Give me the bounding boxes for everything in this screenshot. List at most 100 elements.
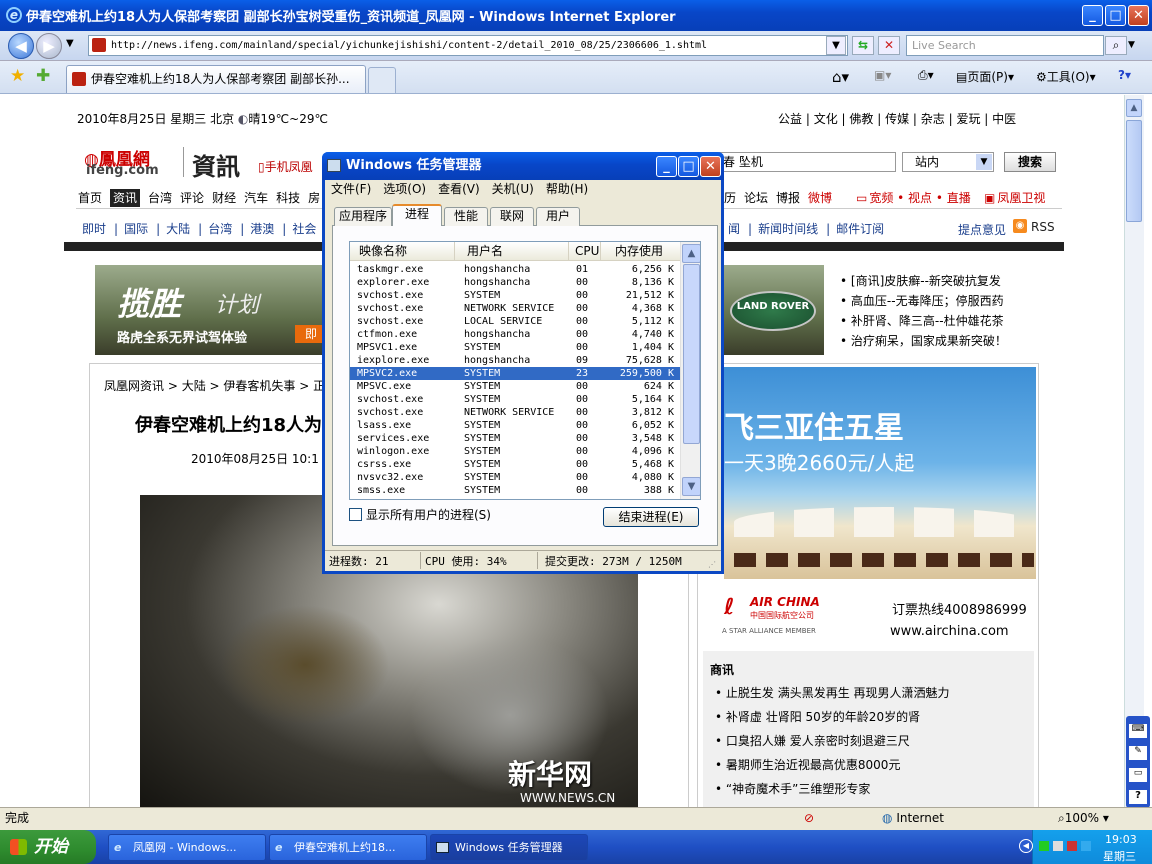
- process-scroll-down-icon[interactable]: ▼: [682, 477, 700, 496]
- keyboard-icon[interactable]: ⌨: [1129, 724, 1147, 738]
- home-icon[interactable]: ⌂▾: [832, 68, 849, 86]
- site-search-input[interactable]: 春 坠机: [718, 152, 896, 172]
- subnav-intl[interactable]: 国际: [124, 222, 148, 236]
- tray-icon-3[interactable]: [1067, 841, 1077, 851]
- nav-history[interactable]: 历: [724, 191, 736, 205]
- subnav-mainland[interactable]: 大陆: [166, 222, 190, 236]
- search-scope-select[interactable]: 站内 ▼: [902, 152, 994, 172]
- process-row[interactable]: svchost.exe SYSTEM 00 5,164 K: [350, 393, 680, 406]
- process-row[interactable]: nvsvc32.exe SYSTEM 00 4,080 K: [350, 471, 680, 484]
- close-button[interactable]: ✕: [1128, 5, 1149, 26]
- history-dropdown-icon[interactable]: ▼: [66, 38, 74, 49]
- page-menu[interactable]: ▤页面(P)▾: [956, 68, 1014, 85]
- show-all-users-checkbox[interactable]: [349, 508, 362, 521]
- breadcrumb-home[interactable]: 凤凰网资讯: [104, 379, 164, 393]
- clock-time[interactable]: 19:03: [1105, 833, 1137, 846]
- forward-button[interactable]: ▶: [36, 33, 62, 59]
- process-row[interactable]: lsass.exe SYSTEM 00 6,052 K: [350, 419, 680, 432]
- nav-forum[interactable]: 论坛: [744, 191, 768, 205]
- nav-weibo[interactable]: 微博: [808, 191, 832, 205]
- column-image-name[interactable]: 映像名称: [359, 242, 407, 260]
- subnav-instant[interactable]: 即时: [82, 222, 106, 236]
- tm-menu-shutdown[interactable]: 关机(U): [492, 182, 534, 196]
- nav-auto[interactable]: 汽车: [244, 191, 268, 205]
- tools-menu[interactable]: ⚙工具(O)▾: [1036, 68, 1096, 85]
- process-row[interactable]: svchost.exe LOCAL SERVICE 00 5,112 K: [350, 315, 680, 328]
- nav-phoenix-tv[interactable]: ▣ 凤凰卫视: [984, 189, 1053, 206]
- subnav-taiwan[interactable]: 台湾: [208, 222, 232, 236]
- process-row[interactable]: explorer.exe hongshancha 00 8,136 K: [350, 276, 680, 289]
- nav-video[interactable]: ▭ 宽频 • 视点 • 直播: [856, 189, 979, 206]
- link-gongyi[interactable]: 公益: [778, 112, 802, 126]
- link-wenhua[interactable]: 文化: [814, 112, 838, 126]
- promo-item-5[interactable]: • “神奇魔术手”三维塑形专家: [715, 780, 870, 797]
- link-aiwan[interactable]: 爱玩: [956, 112, 980, 126]
- pen-icon[interactable]: ✎: [1129, 746, 1147, 760]
- print-icon[interactable]: ⎙▾: [918, 68, 934, 83]
- maximize-button[interactable]: □: [1105, 5, 1126, 26]
- process-scroll-thumb[interactable]: [683, 264, 700, 444]
- process-row[interactable]: csrss.exe SYSTEM 00 5,468 K: [350, 458, 680, 471]
- process-list-scrollbar[interactable]: ▲ ▼: [680, 242, 700, 499]
- zoom-control[interactable]: ⌕100% ▾: [1058, 808, 1109, 829]
- nav-tech[interactable]: 科技: [276, 191, 300, 205]
- nav-news[interactable]: 资讯: [110, 189, 141, 207]
- landrover-banner-ad-right[interactable]: LAND ROVER: [724, 265, 824, 355]
- process-row[interactable]: svchost.exe NETWORK SERVICE 00 4,368 K: [350, 302, 680, 315]
- subnav-hkmacao[interactable]: 港澳: [250, 222, 274, 236]
- process-row[interactable]: winlogon.exe SYSTEM 00 4,096 K: [350, 445, 680, 458]
- resize-grip-icon[interactable]: ⋰: [708, 560, 716, 569]
- promo-item-3[interactable]: • 口臭招人嫌 爱人亲密时刻退避三尺: [715, 732, 910, 749]
- search-input[interactable]: Live Search: [906, 35, 1104, 56]
- process-row[interactable]: svchost.exe SYSTEM 00 21,512 K: [350, 289, 680, 302]
- ie-title-bar[interactable]: e 伊春空难机上约18人为人保部考察团 副部长孙宝树受重伤_资讯频道_凤凰网 -…: [0, 0, 1152, 31]
- ad-link-3[interactable]: • 补肝肾、降三高--杜仲雄花茶: [840, 311, 1007, 331]
- stop-icon[interactable]: ✕: [878, 36, 900, 55]
- process-row[interactable]: ctfmon.exe hongshancha 00 4,740 K: [350, 328, 680, 341]
- tray-icon-1[interactable]: [1039, 841, 1049, 851]
- nav-home[interactable]: 首页: [78, 191, 102, 205]
- subnav-society[interactable]: 社会: [292, 222, 316, 236]
- process-row[interactable]: MPSVC2.exe SYSTEM 23 259,500 K: [350, 367, 680, 380]
- tm-tab-networking[interactable]: 联网: [490, 207, 534, 226]
- address-dropdown-icon[interactable]: ▼: [826, 36, 846, 55]
- link-chuanmei[interactable]: 传媒: [885, 112, 909, 126]
- add-favorites-icon[interactable]: ✚: [36, 66, 50, 86]
- ad-link-1[interactable]: • [商讯]皮肤癣--新突破抗复发: [840, 271, 1007, 291]
- breadcrumb-mainland[interactable]: 大陆: [182, 379, 206, 393]
- tm-menu-file[interactable]: 文件(F): [331, 182, 371, 196]
- minimize-button[interactable]: _: [1082, 5, 1103, 26]
- search-options-icon[interactable]: ▼: [1128, 36, 1144, 55]
- tray-icon-2[interactable]: [1053, 841, 1063, 851]
- promo-item-2[interactable]: • 补肾虚 壮肾阳 50岁的年龄20岁的肾: [715, 708, 920, 725]
- feeds-icon[interactable]: ▣▾: [874, 68, 891, 82]
- process-row[interactable]: services.exe SYSTEM 00 3,548 K: [350, 432, 680, 445]
- tm-maximize-button[interactable]: □: [678, 156, 699, 177]
- help-icon[interactable]: ?▾: [1118, 68, 1131, 82]
- nav-blog[interactable]: 博报: [776, 191, 800, 205]
- end-process-button[interactable]: 结束进程(E): [603, 507, 699, 527]
- column-user-name[interactable]: 用户名: [454, 242, 503, 260]
- rss-icon[interactable]: ◉: [1013, 219, 1027, 233]
- ad-link-4[interactable]: • 治疗痢呆，国家成果新突破！: [840, 331, 1007, 351]
- process-row[interactable]: taskmgr.exe hongshancha 01 6,256 K: [350, 263, 680, 276]
- refresh-icon[interactable]: ⇆: [852, 36, 874, 55]
- taskbar-item-ie-2[interactable]: e 伊春空难机上约18...: [269, 834, 427, 861]
- tray-icon-4[interactable]: [1081, 841, 1091, 851]
- rss-link[interactable]: RSS: [1031, 220, 1055, 234]
- tm-tab-users[interactable]: 用户: [536, 207, 580, 226]
- internet-zone[interactable]: ◍ Internet: [882, 808, 944, 829]
- landrover-banner-ad[interactable]: 揽胜 计划 路虎全系无界试驾体验 即: [95, 265, 327, 355]
- taskbar-item-taskmgr[interactable]: Windows 任务管理器: [430, 834, 588, 861]
- subnav-email[interactable]: 邮件订阅: [836, 222, 884, 236]
- column-cpu[interactable]: CPU: [568, 242, 599, 260]
- tm-close-button[interactable]: ✕: [700, 156, 721, 177]
- process-row[interactable]: smss.exe SYSTEM 00 388 K: [350, 484, 680, 497]
- tm-menu-view[interactable]: 查看(V): [438, 182, 480, 196]
- nav-finance[interactable]: 财经: [212, 191, 236, 205]
- tm-tab-applications[interactable]: 应用程序: [334, 207, 392, 226]
- link-fojiao[interactable]: 佛教: [849, 112, 873, 126]
- process-scroll-up-icon[interactable]: ▲: [682, 244, 700, 263]
- start-button[interactable]: 开始: [0, 830, 96, 864]
- process-row[interactable]: iexplore.exe hongshancha 09 75,628 K: [350, 354, 680, 367]
